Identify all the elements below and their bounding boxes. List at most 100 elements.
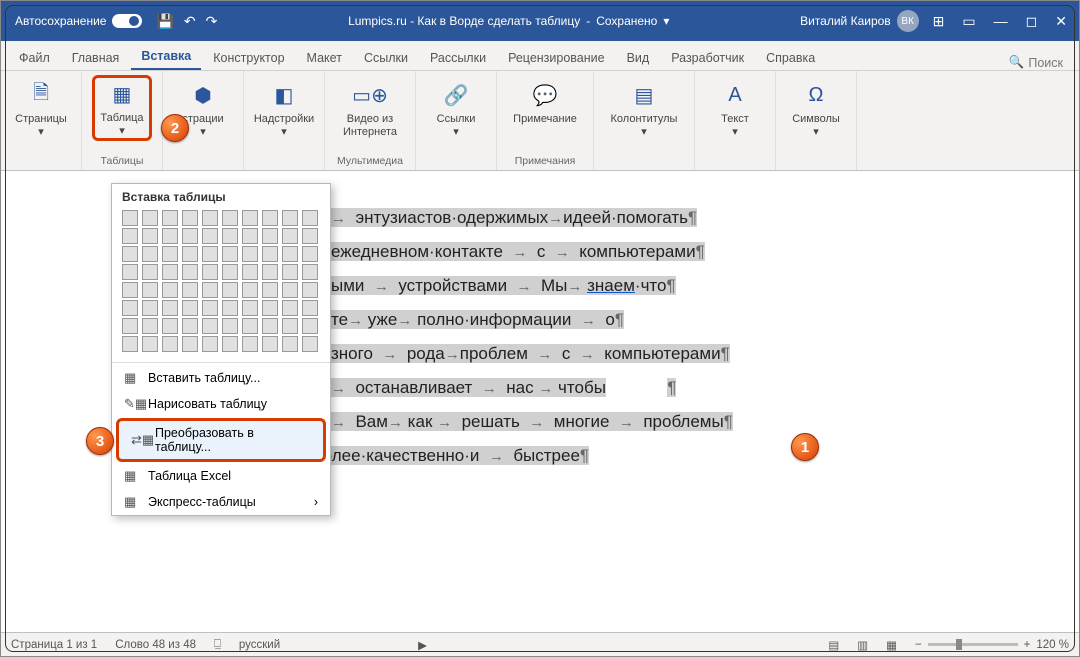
grid-cell[interactable] (242, 300, 258, 316)
grid-cell[interactable] (282, 228, 298, 244)
user-block[interactable]: Виталий Каиров ВК (800, 10, 919, 32)
grid-cell[interactable] (182, 264, 198, 280)
tab-developer[interactable]: Разработчик (661, 45, 754, 70)
grid-cell[interactable] (182, 246, 198, 262)
menu-quick-tables[interactable]: ▦ Экспресс-таблицы › (112, 489, 330, 515)
autosave-toggle[interactable] (112, 14, 142, 28)
grid-cell[interactable] (202, 300, 218, 316)
grid-cell[interactable] (242, 318, 258, 334)
grid-cell[interactable] (122, 282, 138, 298)
tab-references[interactable]: Ссылки (354, 45, 418, 70)
grid-cell[interactable] (122, 318, 138, 334)
links-button[interactable]: 🔗 Ссылки▾ (426, 75, 486, 139)
grid-cell[interactable] (222, 246, 238, 262)
grid-cell[interactable] (142, 246, 158, 262)
macro-icon[interactable]: ▶ (418, 638, 427, 652)
grid-cell[interactable] (302, 246, 318, 262)
grid-cell[interactable] (282, 246, 298, 262)
search-box[interactable]: 🔍 Поиск (1009, 55, 1063, 70)
grid-cell[interactable] (202, 264, 218, 280)
grid-cell[interactable] (302, 264, 318, 280)
grid-cell[interactable] (202, 318, 218, 334)
zoom-slider[interactable] (928, 643, 1018, 646)
grid-cell[interactable] (302, 336, 318, 352)
grid-cell[interactable] (142, 264, 158, 280)
symbols-button[interactable]: Ω Символы▾ (786, 75, 846, 139)
read-mode-icon[interactable]: ▤ (828, 638, 839, 652)
grid-cell[interactable] (142, 282, 158, 298)
grid-cell[interactable] (162, 300, 178, 316)
comment-button[interactable]: 💬 Примечание (507, 75, 583, 126)
grid-cell[interactable] (202, 246, 218, 262)
grid-cell[interactable] (162, 228, 178, 244)
grid-cell[interactable] (162, 318, 178, 334)
zoom-in-icon[interactable]: + (1024, 639, 1031, 651)
grid-cell[interactable] (262, 246, 278, 262)
tab-layout[interactable]: Макет (297, 45, 352, 70)
grid-cell[interactable] (242, 210, 258, 226)
grid-cell[interactable] (262, 210, 278, 226)
menu-insert-table[interactable]: ▦ Вставить таблицу... (112, 365, 330, 391)
grid-cell[interactable] (242, 246, 258, 262)
grid-cell[interactable] (162, 336, 178, 352)
grid-cell[interactable] (142, 210, 158, 226)
grid-cell[interactable] (302, 318, 318, 334)
grid-cell[interactable] (302, 210, 318, 226)
grid-cell[interactable] (142, 336, 158, 352)
tab-file[interactable]: Файл (9, 45, 60, 70)
redo-icon[interactable]: ↷ (206, 13, 218, 30)
status-page[interactable]: Страница 1 из 1 (11, 639, 97, 651)
grid-cell[interactable] (282, 318, 298, 334)
tab-home[interactable]: Главная (62, 45, 130, 70)
grid-cell[interactable] (262, 336, 278, 352)
print-layout-icon[interactable]: ▥ (857, 638, 868, 652)
maximize-icon[interactable]: ◻ (1026, 13, 1038, 30)
grid-cell[interactable] (122, 336, 138, 352)
menu-convert-to-table[interactable]: ⇄▦ Преобразовать в таблицу... (116, 418, 326, 462)
grid-cell[interactable] (182, 318, 198, 334)
grid-cell[interactable] (262, 282, 278, 298)
grid-cell[interactable] (222, 210, 238, 226)
grid-cell[interactable] (142, 300, 158, 316)
grid-cell[interactable] (122, 210, 138, 226)
grid-cell[interactable] (242, 264, 258, 280)
status-words[interactable]: Слово 48 из 48 (115, 639, 196, 651)
close-icon[interactable]: ✕ (1055, 13, 1067, 30)
grid-cell[interactable] (142, 318, 158, 334)
undo-icon[interactable]: ↶ (184, 13, 196, 30)
web-layout-icon[interactable]: ▦ (886, 638, 897, 652)
grid-cell[interactable] (262, 264, 278, 280)
headerfooter-button[interactable]: ▤ Колонтитулы▾ (604, 75, 684, 139)
table-button[interactable]: ▦ Таблица▾ (92, 75, 152, 141)
grid-cell[interactable] (202, 282, 218, 298)
grid-cell[interactable] (122, 264, 138, 280)
grid-cell[interactable] (282, 282, 298, 298)
tab-view[interactable]: Вид (617, 45, 660, 70)
grid-cell[interactable] (302, 228, 318, 244)
grid-cell[interactable] (262, 318, 278, 334)
grid-cell[interactable] (242, 336, 258, 352)
ribbon-options-icon[interactable]: ▭ (962, 13, 975, 30)
grid-cell[interactable] (262, 228, 278, 244)
grid-cell[interactable] (162, 246, 178, 262)
grid-cell[interactable] (182, 228, 198, 244)
menu-excel-table[interactable]: ▦ Таблица Excel (112, 463, 330, 489)
tab-help[interactable]: Справка (756, 45, 825, 70)
grid-cell[interactable] (242, 228, 258, 244)
grid-cell[interactable] (182, 210, 198, 226)
addins-button[interactable]: ◧ Надстройки▾ (254, 75, 314, 139)
grid-cell[interactable] (222, 282, 238, 298)
grid-cell[interactable] (202, 228, 218, 244)
grid-cell[interactable] (162, 282, 178, 298)
tab-review[interactable]: Рецензирование (498, 45, 615, 70)
grid-cell[interactable] (202, 336, 218, 352)
grid-cell[interactable] (282, 336, 298, 352)
grid-cell[interactable] (282, 264, 298, 280)
minimize-icon[interactable]: — (994, 13, 1008, 30)
grid-cell[interactable] (222, 228, 238, 244)
save-icon[interactable]: 💾 (156, 13, 173, 30)
display-options-icon[interactable]: ⊞ (933, 13, 945, 30)
grid-cell[interactable] (222, 264, 238, 280)
zoom-out-icon[interactable]: − (915, 639, 922, 651)
grid-cell[interactable] (162, 210, 178, 226)
